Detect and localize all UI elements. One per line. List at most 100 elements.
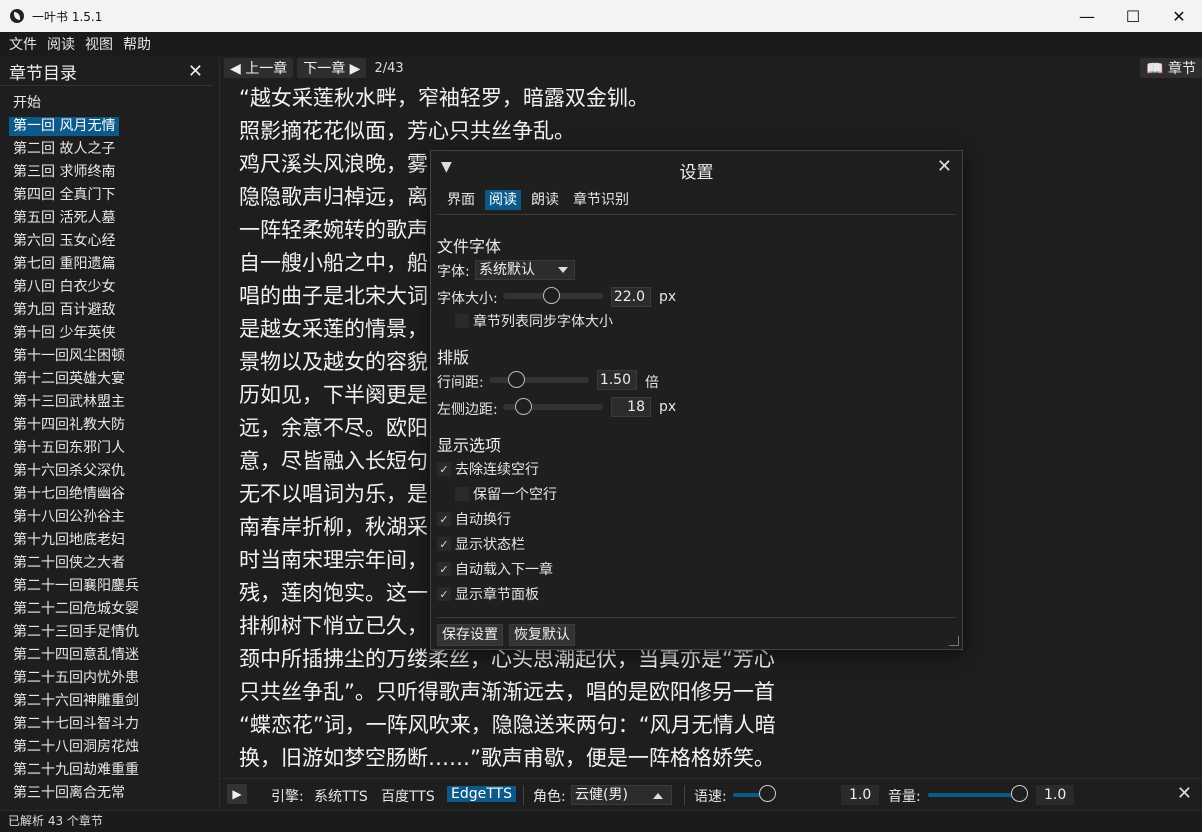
tts-close-icon[interactable]: ✕: [1177, 783, 1192, 804]
chapter-item[interactable]: 第二十九回劫难重重: [9, 759, 219, 782]
line-spacing-slider-handle[interactable]: [508, 371, 525, 388]
next-chapter-button[interactable]: 下一章 ▶: [297, 58, 367, 78]
chapter-item[interactable]: 第十四回礼教大防: [9, 414, 219, 437]
chapter-item[interactable]: 第二十三回手足情仇: [9, 621, 219, 644]
chapter-item[interactable]: 第八回 白衣少女: [9, 276, 219, 299]
chapter-item[interactable]: 第二十六回神雕重剑: [9, 690, 219, 713]
prev-chapter-button[interactable]: ◀ 上一章: [224, 58, 294, 78]
volume-label: 音量:: [888, 789, 921, 805]
chapter-item[interactable]: 第十九回地底老妇: [9, 529, 219, 552]
display-option-checkbox[interactable]: ✓ 显示状态栏: [437, 534, 525, 554]
chapter-item-label: 第四回 全真门下: [13, 187, 116, 203]
font-size-slider-handle[interactable]: [543, 287, 560, 304]
chapter-item[interactable]: 第三回 求师终南: [9, 161, 219, 184]
chapter-item-label: 第二十六回神雕重剑: [13, 693, 139, 709]
display-option-label: 去除连续空行: [455, 462, 539, 478]
chapter-item[interactable]: 第二十回侠之大者: [9, 552, 219, 575]
chapter-item[interactable]: 第十六回杀父深仇: [9, 460, 219, 483]
chapter-item-label: 第十六回杀父深仇: [13, 463, 125, 479]
voice-role-select[interactable]: 云健(男): [571, 785, 672, 805]
settings-close-icon[interactable]: ✕: [937, 156, 952, 177]
checkmark-icon: ✓: [437, 512, 451, 526]
chapter-item[interactable]: 第六回 玉女心经: [9, 230, 219, 253]
chapter-item[interactable]: 第二十二回危城女婴: [9, 598, 219, 621]
volume-slider-handle[interactable]: [1011, 785, 1028, 802]
chapter-item[interactable]: 第十三回武林盟主: [9, 391, 219, 414]
line-spacing-slider[interactable]: [489, 377, 589, 383]
chapter-item[interactable]: 第七回 重阳遗篇: [9, 253, 219, 276]
engine-system-tts[interactable]: 系统TTS: [314, 786, 368, 806]
chapter-item[interactable]: 第二十四回意乱情迷: [9, 644, 219, 667]
line-spacing-label: 行间距:: [437, 375, 484, 391]
settings-tabs: 界面 阅读 朗读 章节识别: [437, 185, 956, 215]
speed-input[interactable]: 1.0: [841, 785, 880, 805]
chapter-item[interactable]: 第四回 全真门下: [9, 184, 219, 207]
chapter-item-label: 开始: [13, 95, 41, 111]
close-window-button[interactable]: ✕: [1156, 0, 1202, 32]
maximize-button[interactable]: ☐: [1110, 0, 1156, 32]
left-margin-unit: px: [659, 399, 677, 415]
save-settings-button[interactable]: 保存设置: [437, 624, 503, 646]
menu-view[interactable]: 视图: [80, 34, 118, 54]
display-option-checkbox[interactable]: ✓ 自动载入下一章: [437, 559, 553, 579]
play-button[interactable]: ▶: [227, 784, 247, 804]
menu-file[interactable]: 文件: [4, 34, 42, 54]
sidebar-close-icon[interactable]: ✕: [188, 61, 203, 82]
chapter-item[interactable]: 第二十五回内忧外患: [9, 667, 219, 690]
volume-slider[interactable]: [928, 793, 1022, 797]
reader-line: “蝶恋花”词，一阵风吹来，隐隐送来两句：“风月无情人暗: [239, 713, 776, 737]
chapter-item-label: 第七回 重阳遗篇: [13, 256, 116, 272]
chapter-item[interactable]: 第三十回离合无常: [9, 782, 219, 805]
chapter-item[interactable]: 第二回 故人之子: [9, 138, 219, 161]
chapter-item[interactable]: 第五回 活死人墓: [9, 207, 219, 230]
file-font-section-title: 文件字体: [437, 237, 502, 256]
line-spacing-input[interactable]: 1.50: [597, 370, 637, 390]
sync-chapter-font-checkbox[interactable]: 章节列表同步字体大小: [455, 311, 613, 331]
reset-defaults-button[interactable]: 恢复默认: [509, 624, 575, 646]
engine-baidu-tts[interactable]: 百度TTS: [381, 786, 435, 806]
volume-input[interactable]: 1.0: [1036, 785, 1075, 805]
chapter-item[interactable]: 第二十一回襄阳鏖兵: [9, 575, 219, 598]
chapter-item[interactable]: 第十一回风尘困顿: [9, 345, 219, 368]
display-option-checkbox[interactable]: ✓ 显示章节面板: [437, 584, 539, 604]
engine-label: 引擎:: [271, 789, 304, 805]
speed-slider-handle[interactable]: [759, 785, 776, 802]
font-size-input[interactable]: 22.0: [611, 287, 651, 307]
minimize-button[interactable]: —: [1064, 0, 1110, 32]
font-select[interactable]: 系统默认: [475, 260, 575, 280]
menu-read[interactable]: 阅读: [42, 34, 80, 54]
chapter-item[interactable]: 第二十七回斗智斗力: [9, 713, 219, 736]
chapter-item[interactable]: 第十回 少年英侠: [9, 322, 219, 345]
display-option-label: 显示章节面板: [455, 587, 539, 603]
font-size-unit: px: [659, 289, 677, 305]
chapter-item[interactable]: 第十七回绝情幽谷: [9, 483, 219, 506]
chapter-item[interactable]: 开始: [9, 92, 219, 115]
tab-reading[interactable]: 阅读: [485, 189, 521, 210]
chapter-item[interactable]: 第十二回英雄大宴: [9, 368, 219, 391]
reader-line: 换，旧游如梦空肠断……”歌声甫歇，便是一阵格格娇笑。: [239, 746, 775, 770]
display-option-checkbox[interactable]: 保留一个空行: [455, 484, 557, 504]
toc-toggle-button[interactable]: 📖 章节: [1140, 58, 1202, 78]
left-margin-input[interactable]: 18: [611, 397, 651, 417]
settings-dialog: ▼ 设置 ✕ 界面 阅读 朗读 章节识别 文件字体 字体: 系统默认 字体大小:…: [430, 150, 963, 650]
resize-grip-icon[interactable]: [949, 636, 959, 646]
chapter-item-label: 第二十七回斗智斗力: [13, 716, 139, 732]
reader-toolbar: ◀ 上一章 下一章 ▶ 2/43 📖 章节: [224, 56, 1202, 80]
display-option-label: 自动载入下一章: [455, 562, 553, 578]
chapter-item[interactable]: 第一回 风月无情: [9, 115, 219, 138]
left-margin-slider-handle[interactable]: [515, 398, 532, 415]
tab-chapter-detection[interactable]: 章节识别: [569, 190, 633, 210]
chapter-item[interactable]: 第十八回公孙谷主: [9, 506, 219, 529]
tab-interface[interactable]: 界面: [443, 190, 479, 210]
menu-help[interactable]: 帮助: [118, 34, 156, 54]
chapter-item[interactable]: 第十五回东邪门人: [9, 437, 219, 460]
chapter-item[interactable]: 第二十八回洞房花烛: [9, 736, 219, 759]
engine-edge-tts[interactable]: EdgeTTS: [447, 786, 516, 802]
display-option-checkbox[interactable]: ✓ 自动换行: [437, 509, 511, 529]
tab-read-aloud[interactable]: 朗读: [527, 190, 563, 210]
chapter-item[interactable]: 第九回 百计避敌: [9, 299, 219, 322]
reader-line: “越女采莲秋水畔，窄袖轻罗，暗露双金钏。: [239, 86, 649, 110]
display-option-checkbox[interactable]: ✓ 去除连续空行: [437, 459, 539, 479]
settings-header: ▼ 设置 ✕: [431, 151, 962, 185]
chapter-item-label: 第十四回礼教大防: [13, 417, 125, 433]
